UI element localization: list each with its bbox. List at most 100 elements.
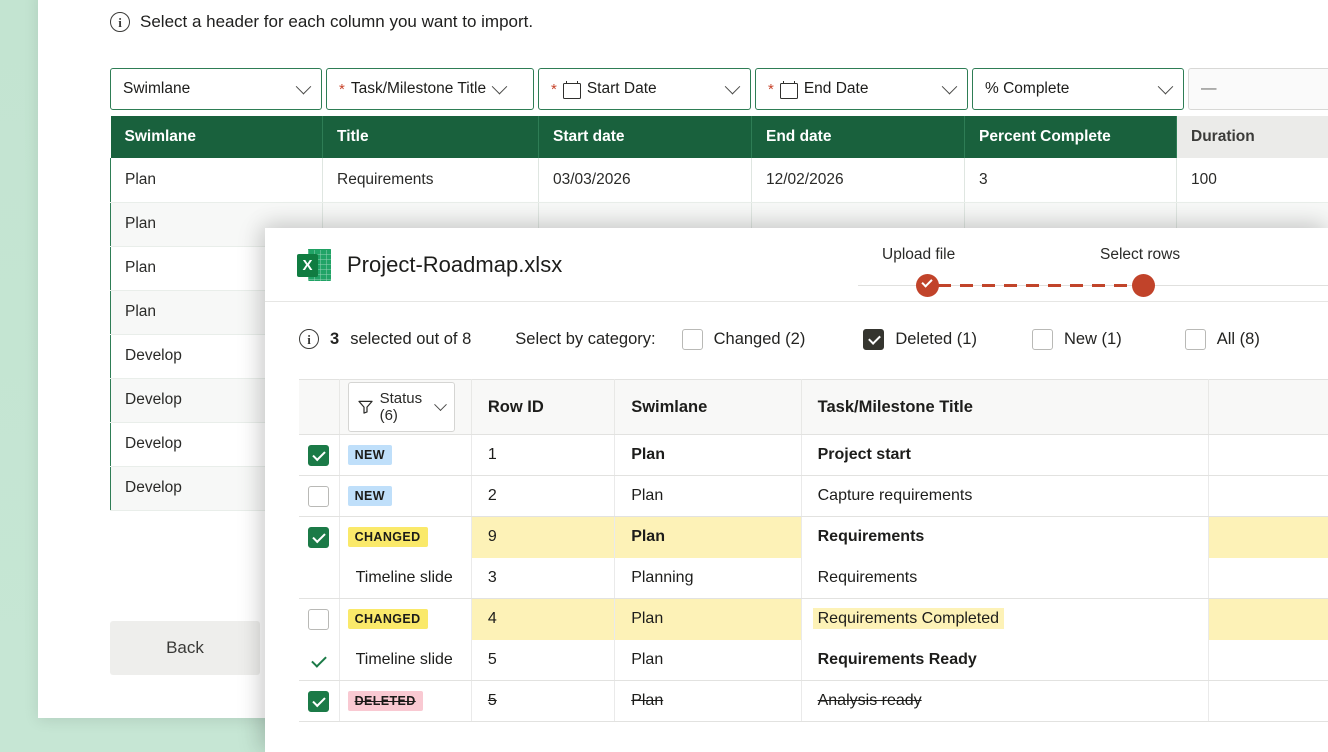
- file-title-row: X Project-Roadmap.xlsx: [265, 248, 562, 282]
- rows-table: Status (6) Row ID Swimlane Task/Mileston…: [299, 379, 1328, 722]
- preview-header-swimlane: Swimlane: [110, 116, 323, 158]
- row-checkbox-cell[interactable]: [299, 516, 340, 558]
- header-next-column[interactable]: [1208, 379, 1328, 435]
- chevron-down-icon: [434, 397, 447, 411]
- selected-count: i 3 selected out of 8: [299, 329, 471, 349]
- header-swimlane[interactable]: Swimlane: [614, 379, 802, 435]
- row-checkbox-cell[interactable]: [299, 598, 340, 640]
- category-label-changed: Changed (2): [713, 329, 806, 348]
- select-rows-dialog: X Project-Roadmap.xlsx Upload file Selec…: [265, 228, 1328, 752]
- cell-row-id: 5: [471, 639, 616, 681]
- back-button[interactable]: Back: [110, 621, 260, 675]
- row-status-subtext: Timeline slide: [339, 557, 472, 599]
- category-checkbox-changed[interactable]: Changed (2): [681, 328, 806, 350]
- mapping-label-2: Start Date: [586, 80, 657, 97]
- rows-table-wrapper: Status (6) Row ID Swimlane Task/Mileston…: [299, 379, 1328, 752]
- table-row[interactable]: DELETED 5 Plan Analysis ready: [299, 680, 1328, 722]
- funnel-icon: [357, 400, 373, 414]
- status-badge: DELETED: [347, 691, 423, 711]
- checkbox-icon: [308, 608, 330, 630]
- cell-end: 12/02/2026: [751, 158, 965, 203]
- header-task-title[interactable]: Task/Milestone Title: [801, 379, 1209, 435]
- column-mapping-row: Swimlane * Task/Milestone Title * Start …: [110, 68, 1328, 110]
- column-mapping-select-duration[interactable]: —: [1188, 68, 1328, 110]
- row-checkbox-cell[interactable]: [299, 639, 340, 681]
- header-row-id[interactable]: Row ID: [471, 379, 616, 435]
- info-icon: i: [299, 329, 319, 349]
- chevron-down-icon: [941, 78, 958, 94]
- cell-extra: [1208, 680, 1328, 722]
- calendar-icon: [562, 81, 581, 99]
- step-dot-upload-file[interactable]: [916, 274, 939, 297]
- table-row[interactable]: NEW 1 Plan Project start: [299, 434, 1328, 476]
- preview-header-start-date: Start date: [538, 116, 752, 158]
- status-filter-button[interactable]: Status (6): [347, 382, 455, 432]
- table-row[interactable]: CHANGED 9 Plan Requirements: [299, 516, 1328, 558]
- column-mapping-select-title[interactable]: * Task/Milestone Title: [326, 68, 534, 110]
- cell-extra: [1208, 434, 1328, 476]
- cell-duration: 100: [1176, 158, 1328, 203]
- check-icon: [921, 276, 933, 288]
- mapping-label-0: Swimlane: [123, 80, 191, 97]
- header-status-filter: Status (6): [339, 379, 472, 435]
- preview-table-header-row: Swimlane Title Start date End date Perce…: [110, 116, 1328, 158]
- step-dot-select-rows[interactable]: [1132, 274, 1155, 297]
- row-checkbox-cell: [299, 557, 340, 599]
- checkbox-checked-icon: [308, 690, 330, 712]
- column-mapping-select-start-date[interactable]: * Start Date: [538, 68, 751, 110]
- category-label-all: All (8): [1216, 329, 1260, 348]
- cell-row-id: 3: [471, 557, 616, 599]
- table-row-old-value[interactable]: Timeline slide 3 Planning Requirements: [299, 557, 1328, 599]
- table-row[interactable]: NEW 2 Plan Capture requirements: [299, 475, 1328, 517]
- category-checkbox-all[interactable]: All (8): [1184, 328, 1260, 350]
- chevron-down-icon: [1157, 78, 1174, 94]
- cell-task-title-wrap: Requirements Completed: [801, 598, 1209, 640]
- cell-title: Requirements: [322, 158, 539, 203]
- status-badge: NEW: [347, 445, 392, 465]
- cell-extra: [1208, 557, 1328, 599]
- cell-percent: 3: [964, 158, 1177, 203]
- cell-task-title: Requirements: [801, 516, 1209, 558]
- required-asterisk-icon: *: [768, 80, 774, 98]
- table-row[interactable]: CHANGED 4 Plan Requirements Completed: [299, 598, 1328, 640]
- row-status-cell: NEW: [339, 475, 472, 517]
- cell-swimlane: Plan: [614, 475, 802, 517]
- info-icon: i: [110, 12, 130, 32]
- cell-extra: [1208, 516, 1328, 558]
- checkbox-checked-icon: [308, 526, 330, 548]
- cell-extra: [1208, 598, 1328, 640]
- column-mapping-select-end-date[interactable]: * End Date: [755, 68, 968, 110]
- cell-swimlane: Planning: [614, 557, 802, 599]
- selected-count-text: selected out of 8: [350, 329, 472, 348]
- file-name: Project-Roadmap.xlsx: [347, 251, 563, 277]
- cell-swimlane: Plan: [110, 158, 323, 203]
- cell-swimlane: Plan: [614, 639, 802, 681]
- mapping-label-3: End Date: [803, 80, 869, 97]
- mapping-label-4: % Complete: [985, 80, 1070, 97]
- cell-extra: [1208, 475, 1328, 517]
- row-checkbox-cell[interactable]: [299, 434, 340, 476]
- mapping-label-1: Task/Milestone Title: [350, 80, 487, 97]
- cell-task-title: Requirements: [801, 557, 1209, 599]
- cell-task-title: Project start: [801, 434, 1209, 476]
- cell-swimlane: Plan: [614, 516, 802, 558]
- stepper-dashed-connector: [938, 284, 1144, 287]
- header-select-all: [299, 379, 340, 435]
- status-badge: CHANGED: [347, 609, 428, 630]
- row-checkbox-cell[interactable]: [299, 680, 340, 722]
- rows-table-body: NEW 1 Plan Project start NEW 2 Plan Capt…: [299, 434, 1328, 722]
- wizard-stepper: Upload file Select rows: [858, 228, 1328, 302]
- category-checkbox-new[interactable]: New (1): [1031, 328, 1122, 350]
- table-row-old-value[interactable]: Timeline slide 5 Plan Requirements Ready: [299, 639, 1328, 681]
- cell-row-id: 9: [471, 516, 616, 558]
- column-mapping-select-percent-complete[interactable]: % Complete: [972, 68, 1184, 110]
- cell-row-id: 2: [471, 475, 616, 517]
- preview-header-title: Title: [322, 116, 539, 158]
- column-mapping-select-swimlane[interactable]: Swimlane: [110, 68, 322, 110]
- chevron-down-icon: [295, 78, 312, 94]
- checkbox-icon: [1184, 328, 1206, 350]
- row-checkbox-cell[interactable]: [299, 475, 340, 517]
- category-label-new: New (1): [1063, 329, 1122, 348]
- category-checkbox-deleted[interactable]: Deleted (1): [863, 328, 977, 350]
- selection-summary-bar: i 3 selected out of 8 Select by category…: [265, 302, 1328, 376]
